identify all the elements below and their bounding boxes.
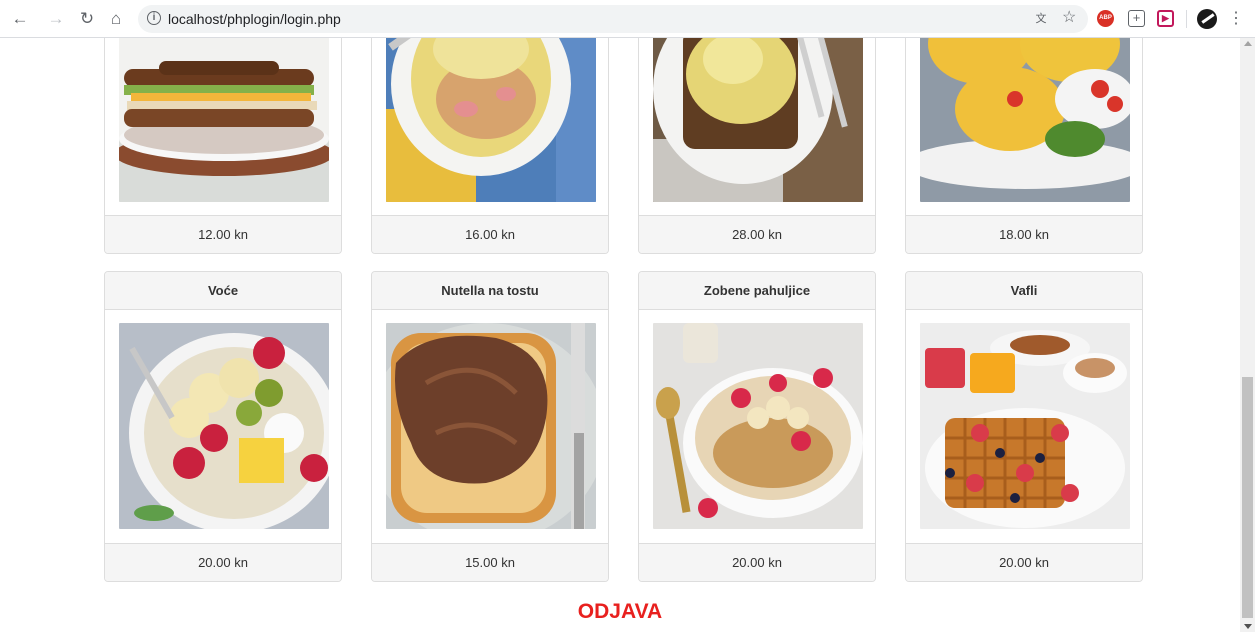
address-bar[interactable]: i localhost/phplogin/login.php 文 ☆ [138,5,1088,33]
logout-link[interactable]: ODJAVA [0,600,1240,624]
forward-icon[interactable]: → [46,9,66,29]
product-card: 18.00 kn [905,38,1143,254]
product-price: 12.00 kn [105,215,341,253]
nutella-toast-image [386,323,596,529]
add-extension-icon[interactable]: + [1128,10,1145,27]
scroll-up-arrow-icon[interactable] [1244,41,1252,46]
adblock-plus-icon[interactable]: ABP [1097,10,1114,27]
product-card: 28.00 kn [638,38,876,254]
back-icon[interactable]: ← [10,9,30,29]
product-price: 28.00 kn [639,215,875,253]
product-price: 20.00 kn [906,543,1142,581]
product-price: 18.00 kn [906,215,1142,253]
url-text[interactable]: localhost/phplogin/login.php [168,5,341,33]
home-icon[interactable]: ⌂ [106,9,126,29]
vertical-scrollbar[interactable] [1240,38,1255,632]
product-card: Vafli 20.00 kn [905,271,1143,582]
profile-avatar-icon[interactable] [1197,9,1217,29]
oatmeal-bowl-image [653,323,863,529]
egg-salad-toast-image [653,38,863,202]
product-card: Voće 20.00 kn [104,271,342,582]
waffles-image [920,323,1130,529]
scrollbar-thumb[interactable] [1242,377,1253,618]
reload-icon[interactable]: ↻ [77,9,97,29]
fruit-bowl-image [119,323,329,529]
kebab-menu-icon[interactable]: ⋮ [1228,9,1244,29]
omelette-image [386,38,596,202]
red-extension-icon[interactable]: ▶ [1157,10,1174,27]
product-price: 20.00 kn [639,543,875,581]
toolbar-divider [1186,10,1187,28]
star-icon[interactable]: ☆ [1062,9,1076,27]
product-price: 16.00 kn [372,215,608,253]
product-card: 12.00 kn [104,38,342,254]
product-card: Zobene pahuljice 20.00 kn [638,271,876,582]
product-price: 15.00 kn [372,543,608,581]
scroll-down-arrow-icon[interactable] [1244,624,1252,629]
product-card: Nutella na tostu 15.00 kn [371,271,609,582]
egg-muffins-image [920,38,1130,202]
product-name: Zobene pahuljice [639,272,875,310]
product-card: 16.00 kn [371,38,609,254]
product-name: Vafli [906,272,1142,310]
info-icon[interactable]: i [147,11,161,25]
product-price: 20.00 kn [105,543,341,581]
browser-toolbar: ← → ↻ ⌂ i localhost/phplogin/login.php 文… [0,0,1255,38]
translate-icon[interactable]: 文 [1033,11,1049,27]
product-name: Nutella na tostu [372,272,608,310]
sandwich-image [119,38,329,202]
page-content: 12.00 kn 16.00 kn 28.00 kn 18.00 kn Voće… [0,38,1240,632]
product-name: Voće [105,272,341,310]
